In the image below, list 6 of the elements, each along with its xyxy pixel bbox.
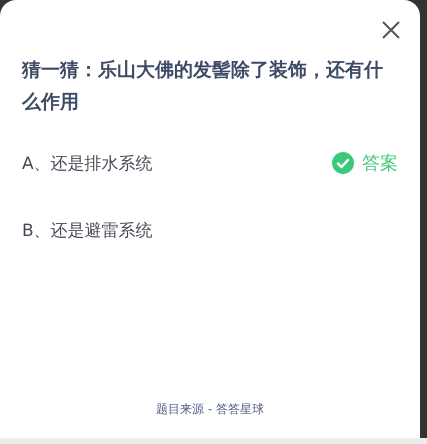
close-icon[interactable]	[381, 20, 401, 40]
question-text: 猜一猜：乐山大佛的发髻除了装饰，还有什么作用	[22, 58, 384, 115]
option-text[interactable]: A、还是排水系统	[22, 152, 153, 174]
source-text: 题目来源 - 答答星球	[155, 401, 265, 418]
answer-label: 答案	[362, 152, 398, 175]
option-text[interactable]: B、还是避雷系统	[22, 218, 153, 242]
